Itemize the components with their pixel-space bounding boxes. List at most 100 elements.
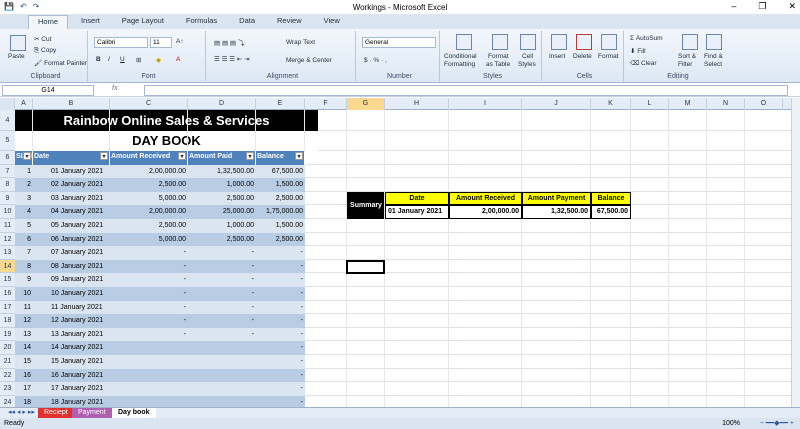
row-header-14[interactable]: 14 xyxy=(0,259,15,274)
table-cell[interactable]: - xyxy=(188,260,256,274)
col-header-D[interactable]: D xyxy=(188,98,256,110)
selected-cell[interactable] xyxy=(346,259,385,275)
format-as-table-button[interactable]: Format xyxy=(488,53,509,60)
col-header-A[interactable]: A xyxy=(15,98,33,110)
table-cell[interactable]: - xyxy=(256,328,305,342)
number-format-select[interactable]: General xyxy=(362,37,436,48)
table-cell[interactable]: - xyxy=(256,260,305,274)
insert-cells-button[interactable]: Insert xyxy=(549,53,565,60)
fill-color-icon[interactable]: ◆ xyxy=(156,56,161,64)
borders-icon[interactable]: ⊞ xyxy=(136,56,141,64)
table-cell[interactable] xyxy=(188,355,256,369)
clear-button[interactable]: ⌫ Clear xyxy=(630,59,657,67)
paste-button[interactable]: Paste xyxy=(8,53,25,60)
table-cell[interactable]: 1,32,500.00 xyxy=(188,165,256,179)
table-cell[interactable]: 3 xyxy=(15,192,33,206)
zoom-level[interactable]: 100% xyxy=(722,418,740,429)
table-cell[interactable]: 5,000.00 xyxy=(110,192,188,206)
table-cell[interactable] xyxy=(188,341,256,355)
zoom-slider[interactable]: − ━━◆━━ + xyxy=(760,418,794,429)
table-cell[interactable]: 2,500.00 xyxy=(110,219,188,233)
banner-title[interactable]: Rainbow Online Sales & Services xyxy=(15,110,318,131)
row-header-23[interactable]: 23 xyxy=(0,382,15,396)
row-header-7[interactable]: 7 xyxy=(0,165,15,179)
table-cell[interactable]: 11 January 2021 xyxy=(33,301,110,315)
table-cell[interactable]: - xyxy=(256,369,305,383)
table-cell[interactable]: 18 January 2021 xyxy=(33,396,110,407)
table-cell[interactable]: 2,500.00 xyxy=(188,233,256,247)
filter-dropdown-icon[interactable]: ▾ xyxy=(246,152,254,160)
format-as-table-icon[interactable] xyxy=(492,34,508,50)
cell-styles-icon[interactable] xyxy=(520,34,536,50)
sort-filter-button[interactable]: Sort & xyxy=(678,53,696,60)
copy-button[interactable]: ⎘ Copy xyxy=(34,47,56,55)
tab-view[interactable]: View xyxy=(315,15,349,29)
delete-cells-button[interactable]: Delete xyxy=(573,53,592,60)
table-cell[interactable]: 2 xyxy=(15,178,33,192)
table-cell[interactable]: 4 xyxy=(15,205,33,219)
table-cell[interactable]: 1,000.00 xyxy=(188,219,256,233)
font-family-select[interactable]: Calibri xyxy=(94,37,148,48)
table-cell[interactable]: 5,000.00 xyxy=(110,233,188,247)
currency-icon[interactable]: $ · % · , xyxy=(364,57,387,64)
table-cell[interactable]: 05 January 2021 xyxy=(33,219,110,233)
restore-button[interactable]: ❐ xyxy=(758,1,766,12)
table-cell[interactable]: 12 xyxy=(15,314,33,328)
format-cells-icon[interactable] xyxy=(601,34,617,50)
table-cell[interactable]: 15 xyxy=(15,355,33,369)
tab-page-layout[interactable]: Page Layout xyxy=(113,15,173,29)
table-cell[interactable]: - xyxy=(110,287,188,301)
table-cell[interactable]: - xyxy=(256,246,305,260)
sort-filter-icon[interactable] xyxy=(682,34,698,50)
table-cell[interactable]: 15 January 2021 xyxy=(33,355,110,369)
table-cell[interactable] xyxy=(110,341,188,355)
find-select-button[interactable]: Find & xyxy=(704,53,723,60)
table-cell[interactable]: 08 January 2021 xyxy=(33,260,110,274)
row-header-12[interactable]: 12 xyxy=(0,233,15,247)
table-cell[interactable]: 67,500.00 xyxy=(256,165,305,179)
filter-dropdown-icon[interactable]: ▾ xyxy=(178,152,186,160)
table-cell[interactable]: - xyxy=(188,273,256,287)
table-header-cell[interactable]: SL.No▾ xyxy=(15,151,36,165)
table-cell[interactable]: - xyxy=(110,246,188,260)
table-cell[interactable]: 13 xyxy=(15,328,33,342)
table-cell[interactable]: - xyxy=(256,355,305,369)
table-cell[interactable]: 16 January 2021 xyxy=(33,369,110,383)
row-header-18[interactable]: 18 xyxy=(0,314,15,328)
col-header-I[interactable]: I xyxy=(449,98,522,110)
col-header-K[interactable]: K xyxy=(591,98,631,110)
table-cell[interactable]: 10 January 2021 xyxy=(33,287,110,301)
table-cell[interactable]: 04 January 2021 xyxy=(33,205,110,219)
filter-dropdown-icon[interactable]: ▾ xyxy=(23,152,31,160)
col-header-C[interactable]: C xyxy=(110,98,188,110)
italic-button[interactable]: I xyxy=(108,56,110,63)
fx-icon[interactable]: fx xyxy=(112,85,142,96)
row-header-16[interactable]: 16 xyxy=(0,287,15,301)
table-cell[interactable]: 1,000.00 xyxy=(188,178,256,192)
delete-cells-icon[interactable] xyxy=(576,34,592,50)
table-header-cell[interactable]: Balance ▾ xyxy=(256,151,305,165)
table-header-cell[interactable]: Amount Received ▾ xyxy=(110,151,188,165)
tab-insert[interactable]: Insert xyxy=(72,15,109,29)
row-header-21[interactable]: 21 xyxy=(0,355,15,369)
row-header-20[interactable]: 20 xyxy=(0,341,15,355)
row-header-13[interactable]: 13 xyxy=(0,246,15,260)
paste-icon[interactable] xyxy=(10,35,26,51)
tab-review[interactable]: Review xyxy=(268,15,311,29)
insert-cells-icon[interactable] xyxy=(551,34,567,50)
table-cell[interactable]: - xyxy=(110,328,188,342)
row-header-9[interactable]: 9 xyxy=(0,192,15,206)
table-header-cell[interactable]: Date ▾ xyxy=(33,151,110,165)
table-cell[interactable] xyxy=(188,369,256,383)
table-cell[interactable]: 09 January 2021 xyxy=(33,273,110,287)
summary-header-cell[interactable]: Amount Payment xyxy=(522,191,591,206)
summary-header-cell[interactable]: Date xyxy=(385,191,449,206)
summary-value-cell[interactable]: 2,00,000.00 xyxy=(449,205,522,219)
summary-value-cell[interactable]: 67,500.00 xyxy=(591,205,631,219)
col-header-E[interactable]: E xyxy=(256,98,305,110)
fill-button[interactable]: ⬇ Fill xyxy=(630,47,646,55)
wrap-text-button[interactable]: Wrap Text xyxy=(286,39,315,46)
tab-data[interactable]: Data xyxy=(230,15,264,29)
table-cell[interactable]: 13 January 2021 xyxy=(33,328,110,342)
underline-button[interactable]: U xyxy=(120,56,125,63)
